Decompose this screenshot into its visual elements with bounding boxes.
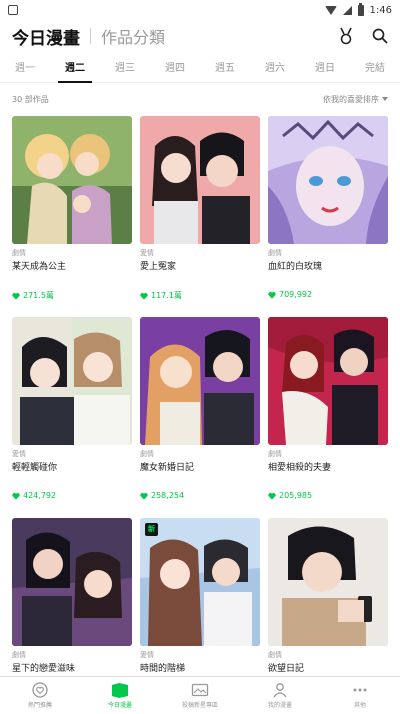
comic-cover-image <box>12 116 132 244</box>
comic-title: 魔女新婚日記 <box>140 463 195 473</box>
sort-dropdown[interactable]: 依我的喜愛排序 <box>323 94 388 105</box>
comic-card[interactable]: 劇情 相愛相殺的夫妻 205,985 <box>268 317 388 518</box>
comic-genre: 愛情 <box>140 651 154 659</box>
status-time: 1:46 <box>369 4 392 16</box>
comic-cover-image <box>12 317 132 445</box>
comic-title: 相愛相殺的夫妻 <box>268 463 332 473</box>
app-header: 今日漫畫 作品分類 <box>0 20 400 52</box>
heart-icon <box>140 292 148 300</box>
comic-card[interactable]: 愛情 輕輕觸碰你 424,792 <box>12 317 132 518</box>
comic-card[interactable]: 愛情 愛上冤家 117.1萬 <box>140 116 260 317</box>
comic-cover-image <box>268 518 388 646</box>
like-count-value: 424,792 <box>23 491 57 500</box>
comic-genre: 劇情 <box>268 651 282 659</box>
like-count: 117.1萬 <box>140 290 260 301</box>
tab-fri[interactable]: 週五 <box>200 57 250 82</box>
nav-new-creators[interactable]: 投稿新星專區 <box>160 677 240 714</box>
comic-genre: 劇情 <box>12 651 26 659</box>
like-count-value: 117.1萬 <box>151 291 182 300</box>
comic-genre: 劇情 <box>140 450 154 458</box>
person-icon <box>273 683 287 698</box>
work-count: 30 部作品 <box>12 94 49 104</box>
comic-genre: 愛情 <box>12 450 26 458</box>
tab-genres[interactable]: 作品分類 <box>101 24 165 48</box>
heart-icon <box>12 492 20 500</box>
nav-my-comics[interactable]: 我的漫畫 <box>240 677 320 714</box>
wifi-icon <box>324 5 337 15</box>
like-count-value: 205,985 <box>279 491 313 500</box>
medal-icon[interactable] <box>338 27 354 45</box>
comic-genre: 愛情 <box>140 249 154 257</box>
tab-wed[interactable]: 週三 <box>100 57 150 82</box>
comic-title: 輕輕觸碰你 <box>12 463 58 473</box>
signal-icon <box>342 5 352 15</box>
comic-cover-image <box>140 317 260 445</box>
nav-label: 其他 <box>353 702 366 709</box>
comic-genre: 劇情 <box>12 249 26 257</box>
sort-label: 依我的喜愛排序 <box>323 94 379 104</box>
like-count: 258,254 <box>140 491 260 500</box>
comic-title: 時間的階梯 <box>140 664 186 674</box>
comic-card[interactable]: 劇情 某天成為公主 271.5萬 <box>12 116 132 317</box>
comic-title: 血紅的白玫瑰 <box>268 262 323 272</box>
comic-card[interactable]: 劇情 血紅的白玫瑰 709,992 <box>268 116 388 317</box>
like-count: 709,992 <box>268 290 388 299</box>
comic-title: 欲望日記 <box>268 664 305 674</box>
like-count-value: 709,992 <box>279 290 313 299</box>
comic-genre: 劇情 <box>268 249 282 257</box>
comic-genre: 劇情 <box>268 450 282 458</box>
comic-title: 某天成為公主 <box>12 262 67 272</box>
comic-title: 星下的戀愛滋味 <box>12 664 76 674</box>
comic-cover-image <box>140 116 260 244</box>
battery-icon <box>357 2 364 16</box>
status-bar: 1:46 <box>0 0 400 20</box>
tab-sun[interactable]: 週日 <box>300 57 350 82</box>
heart-icon <box>140 492 148 500</box>
header-divider <box>90 28 91 44</box>
like-count: 205,985 <box>268 491 388 500</box>
nav-label: 今日漫畫 <box>107 702 132 709</box>
tab-mon[interactable]: 週一 <box>0 57 50 82</box>
list-toolbar: 30 部作品 依我的喜愛排序 <box>0 88 400 110</box>
like-count-value: 258,254 <box>151 491 185 500</box>
heart-circle-icon <box>32 682 48 698</box>
nav-more[interactable]: 其他 <box>320 677 400 714</box>
tab-tue[interactable]: 週二 <box>50 57 100 83</box>
book-icon <box>112 683 128 698</box>
nav-label: 投稿新星專區 <box>181 702 218 709</box>
nav-label: 熱門推薦 <box>27 702 52 709</box>
image-frame-icon <box>191 683 209 697</box>
comic-title: 愛上冤家 <box>140 262 177 272</box>
search-icon[interactable] <box>372 28 388 44</box>
heart-icon <box>268 492 276 500</box>
like-count: 271.5萬 <box>12 290 132 301</box>
more-dots-icon <box>353 688 367 692</box>
comic-card[interactable]: 劇情 魔女新婚日記 258,254 <box>140 317 260 518</box>
like-count-value: 271.5萬 <box>23 291 54 300</box>
nav-hot-picks[interactable]: 熱門推薦 <box>0 677 80 714</box>
nav-today-comics[interactable]: 今日漫畫 <box>80 677 160 714</box>
weekday-tabs: 週一 週二 週三 週四 週五 週六 週日 完結 <box>0 57 400 83</box>
like-count: 424,792 <box>12 491 132 500</box>
app-notification-icon <box>8 5 18 15</box>
tab-today-comics[interactable]: 今日漫畫 <box>12 24 80 49</box>
comic-cover-image <box>268 116 388 244</box>
bottom-nav: 熱門推薦 今日漫畫 投稿新星專區 我的漫畫 其他 <box>0 676 400 714</box>
nav-label: 我的漫畫 <box>267 702 292 709</box>
heart-icon <box>12 292 20 300</box>
heart-icon <box>268 291 276 299</box>
tab-sat[interactable]: 週六 <box>250 57 300 82</box>
comic-grid: 劇情 某天成為公主 271.5萬 愛情 愛上冤家 117.1萬 劇情 血紅的白玫… <box>12 116 388 714</box>
new-badge: 新 <box>145 523 158 536</box>
comic-cover-image <box>268 317 388 445</box>
tab-thu[interactable]: 週四 <box>150 57 200 82</box>
tab-completed[interactable]: 完結 <box>350 57 400 82</box>
chevron-down-icon <box>382 97 388 101</box>
comic-cover-image: 新 <box>140 518 260 646</box>
comic-cover-image <box>12 518 132 646</box>
